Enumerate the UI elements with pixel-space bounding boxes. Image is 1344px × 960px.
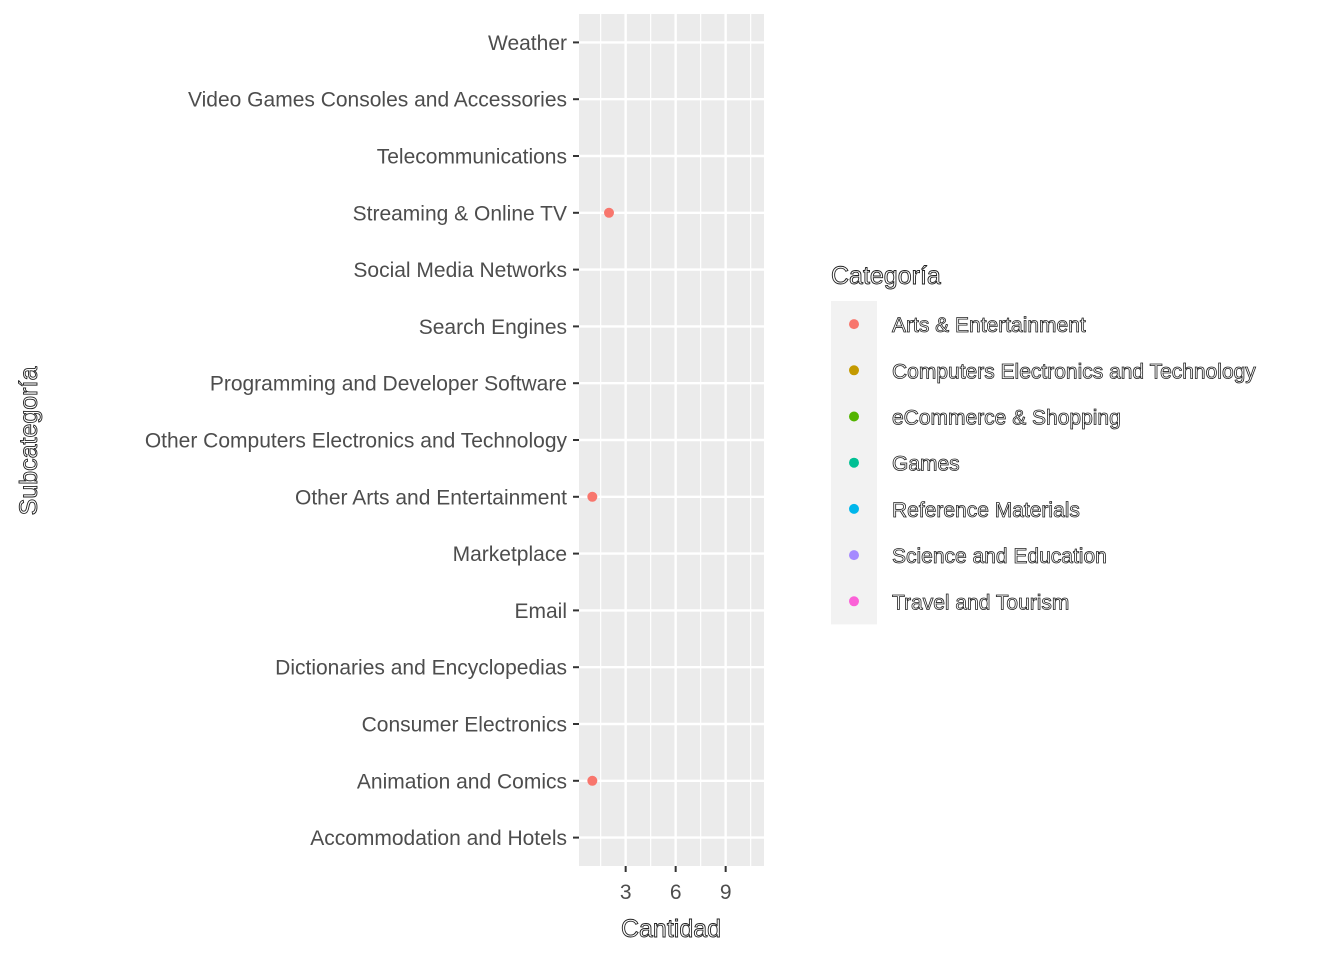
- y-tick-label: Other Arts and Entertainment: [295, 486, 567, 509]
- y-tick-label: Video Games Consoles and Accessories: [188, 89, 567, 112]
- y-tick-label: Programming and Developer Software: [210, 373, 567, 396]
- y-tick-label: Animation and Comics: [357, 770, 567, 793]
- y-tick-label: Consumer Electronics: [362, 714, 567, 737]
- x-axis: 3 6 9: [620, 866, 732, 904]
- legend-key: [849, 503, 859, 514]
- legend-key: [849, 319, 859, 330]
- legend-key: [849, 596, 859, 607]
- y-axis-title: Subcategoría: [15, 367, 43, 516]
- y-tick-label: Social Media Networks: [353, 259, 567, 282]
- y-tick-label: Accommodation and Hotels: [310, 827, 567, 850]
- x-axis-title: Cantidad: [621, 915, 721, 943]
- y-tick-label: Other Computers Electronics and Technolo…: [145, 430, 568, 453]
- legend-label: Computers Electronics and Technology: [892, 360, 1256, 383]
- data-point: [587, 775, 598, 786]
- legend: Categoría Arts & Entertainment Computers …: [831, 262, 1257, 625]
- data-point: [587, 491, 598, 502]
- data-point: [604, 207, 614, 218]
- x-tick-label: 6: [670, 881, 682, 904]
- chart: Accommodation and Hotels Animation and Co…: [15, 14, 1257, 943]
- y-tick-label: Dictionaries and Encyclopedias: [275, 657, 567, 680]
- legend-label: Travel and Tourism: [892, 591, 1069, 614]
- y-tick-label: Telecommunications: [377, 146, 567, 169]
- legend-label: Science and Education: [892, 545, 1107, 568]
- legend-label: eCommerce & Shopping: [892, 407, 1121, 430]
- legend-key: [849, 411, 859, 422]
- y-tick-label: Search Engines: [419, 316, 567, 339]
- y-tick-label: Marketplace: [453, 543, 567, 566]
- legend-label: Games: [892, 453, 960, 476]
- legend-title: Categoría: [831, 262, 941, 290]
- legend-key: [849, 365, 859, 376]
- legend-key: [849, 550, 859, 561]
- y-axis: Accommodation and Hotels Animation and Co…: [145, 32, 579, 850]
- y-tick-label: Streaming & Online TV: [353, 202, 567, 225]
- legend-label: Arts & Entertainment: [892, 314, 1086, 337]
- x-tick-label: 3: [620, 881, 632, 904]
- y-tick-label: Weather: [488, 32, 567, 55]
- y-tick-label: Email: [514, 600, 567, 623]
- legend-label: Reference Materials: [892, 499, 1080, 522]
- x-tick-label: 9: [720, 881, 732, 904]
- legend-key: [849, 457, 859, 468]
